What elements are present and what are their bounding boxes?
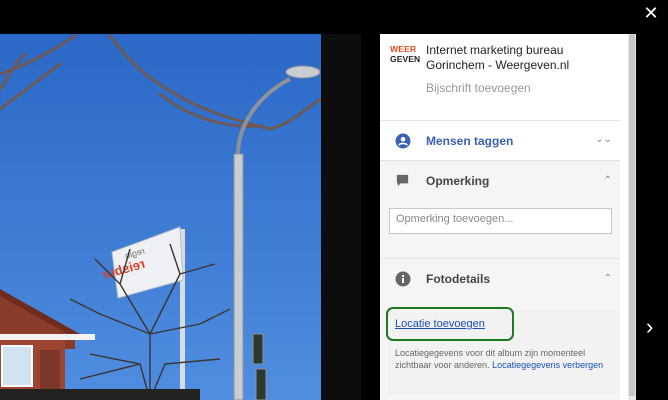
author-name[interactable]: Internet marketing bureau Gorinchem - We…: [426, 43, 622, 73]
add-caption[interactable]: Bijschrift toevoegen: [426, 81, 531, 95]
chevron-up-icon[interactable]: ⌃: [604, 175, 612, 186]
comment-label: Opmerking: [426, 174, 490, 188]
brand-logo: WEER GEVEN: [390, 44, 421, 64]
info-icon: [395, 271, 411, 287]
section-tag-people[interactable]: Mensen taggen ⌄⌄: [380, 120, 620, 161]
panel-header: WEER GEVEN Internet marketing bureau Gor…: [380, 34, 628, 120]
tag-people-label: Mensen taggen: [426, 134, 514, 148]
panel-scrollbar[interactable]: [628, 34, 636, 400]
location-highlight: [386, 307, 514, 341]
location-info-text: Locatiegegevens voor dit album zijn mome…: [395, 347, 615, 371]
photo-info-panel: WEER GEVEN Internet marketing bureau Gor…: [380, 34, 628, 400]
person-circle-icon: [395, 133, 411, 149]
photo-viewer-image[interactable]: reisbur regio: [0, 34, 321, 400]
comment-icon: [396, 174, 409, 187]
photo-details-label: Fotodetails: [426, 272, 491, 286]
scrollbar-thumb[interactable]: [629, 34, 635, 396]
chevron-right-icon[interactable]: ›: [646, 316, 662, 338]
chevron-up-icon[interactable]: ⌃: [604, 273, 612, 284]
photo-side-strip: [321, 34, 361, 400]
chevron-down-icon[interactable]: ⌄⌄: [595, 134, 612, 145]
close-icon[interactable]: ✕: [642, 4, 660, 22]
photo-scene: reisbur regio: [0, 34, 321, 400]
comment-input[interactable]: [389, 208, 612, 234]
hide-location-link[interactable]: Locatiegegevens verbergen: [492, 360, 603, 370]
